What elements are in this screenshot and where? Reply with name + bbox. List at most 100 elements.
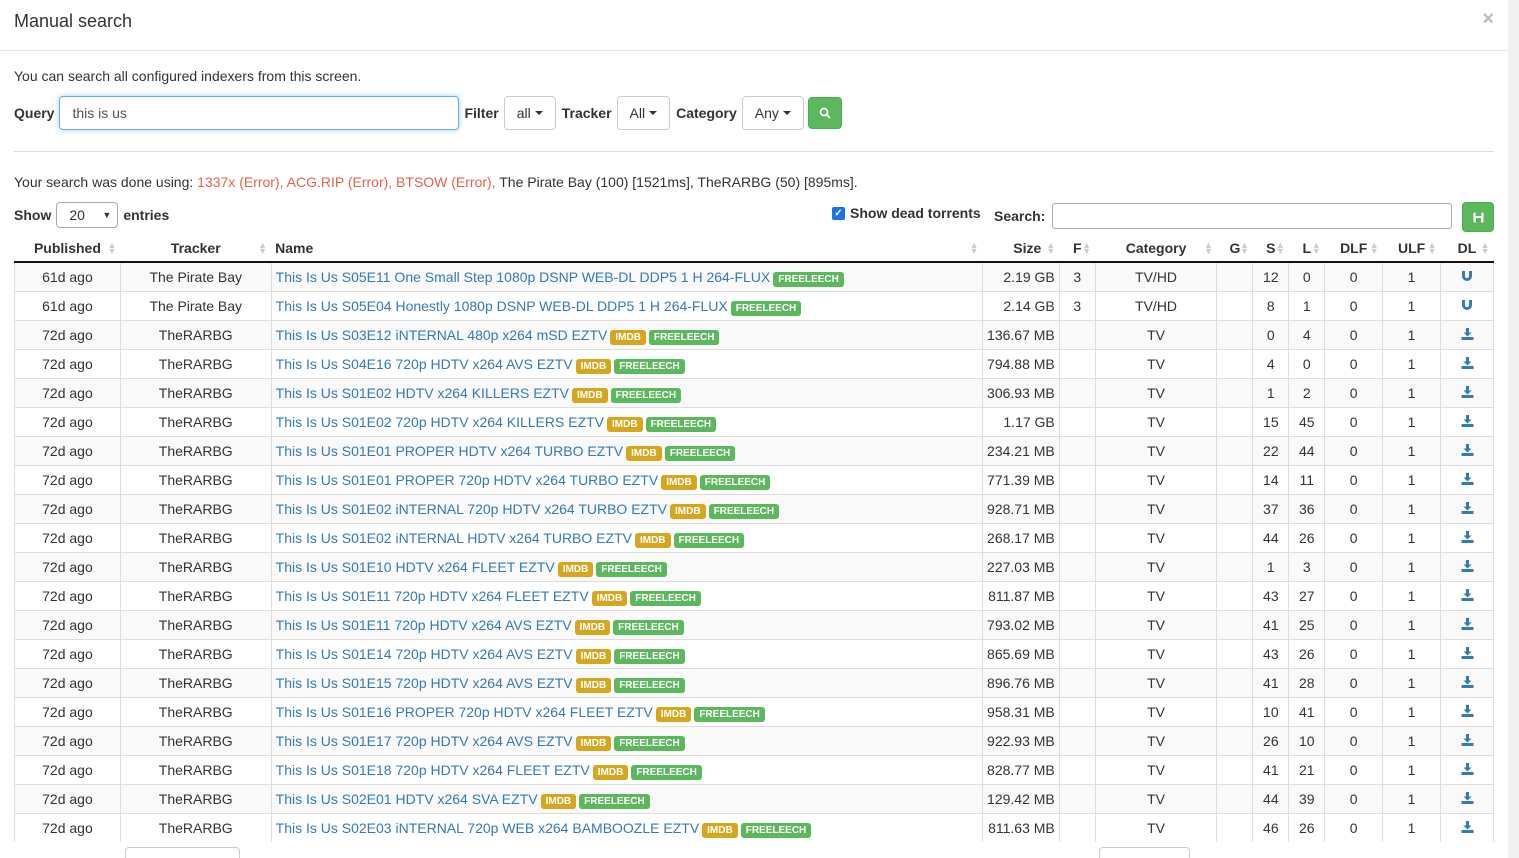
release-link[interactable]: This Is Us S02E01 HDTV x264 SVA EZTV [276,791,538,807]
release-link[interactable]: This Is Us S01E02 iNTERNAL HDTV x264 TUR… [276,530,632,546]
release-link[interactable]: This Is Us S01E17 720p HDTV x264 AVS EZT… [276,733,573,749]
release-link[interactable]: This Is Us S01E16 PROPER 720p HDTV x264 … [276,704,653,720]
release-link[interactable]: This Is Us S01E18 720p HDTV x264 FLEET E… [276,762,590,778]
imdb-badge[interactable]: IMDB [626,445,662,461]
imdb-badge[interactable]: IMDB [661,474,697,490]
column-header-s[interactable]: S ▲ ▼ [1252,235,1289,263]
page-scrollbar[interactable] [1508,0,1519,858]
release-link[interactable]: This Is Us S01E01 PROPER HDTV x264 TURBO… [276,443,624,459]
size-cell: 771.39 MB [982,464,1060,494]
download-icon[interactable] [1461,501,1474,517]
download-icon[interactable] [1461,327,1474,343]
imdb-badge[interactable]: IMDB [575,735,612,751]
imdb-badge[interactable]: IMDB [575,358,612,374]
table-row: 72d ago TheRARBG This Is Us S01E18 720p HD… [14,754,1494,784]
download-icon[interactable] [1461,617,1474,633]
close-button[interactable]: × [1482,8,1494,31]
footer-select-left[interactable] [125,847,240,858]
imdb-badge[interactable]: IMDB [702,822,738,838]
release-link[interactable]: This Is Us S01E02 iNTERNAL 720p HDTV x26… [276,501,667,517]
imdb-badge[interactable]: IMDB [557,561,594,577]
download-icon[interactable] [1461,762,1474,778]
download-icon[interactable] [1461,820,1474,836]
search-button[interactable] [807,97,842,129]
category-dropdown[interactable]: Any [741,96,804,130]
download-icon[interactable] [1461,443,1474,459]
published-cell: 72d ago [14,377,121,407]
grabs-cell [1216,290,1253,320]
column-header-f[interactable]: F ▲ ▼ [1059,235,1096,263]
imdb-badge[interactable]: IMDB [575,648,612,664]
download-icon[interactable] [1461,385,1474,401]
column-header-l[interactable]: L ▲ ▼ [1288,235,1325,263]
imdb-badge[interactable]: IMDB [634,532,671,548]
column-header-dl[interactable]: DL ▲ ▼ [1440,235,1494,263]
release-link[interactable]: This Is Us S03E12 iNTERNAL 480p x264 mSD… [276,327,608,343]
category-cell: TV/HD [1094,290,1217,320]
tracker-dropdown[interactable]: All [616,96,671,130]
show-dead-checkbox[interactable]: ✓ [832,206,845,220]
release-link[interactable]: This Is Us S01E02 720p HDTV x264 KILLERS… [276,414,604,430]
files-cell [1058,464,1096,494]
leechers-cell: 25 [1288,609,1325,639]
release-link[interactable]: This Is Us S05E04 Honestly 1080p DSNP WE… [276,298,728,314]
imdb-badge[interactable]: IMDB [591,590,628,606]
ulf-cell: 1 [1382,290,1441,320]
imdb-badge[interactable]: IMDB [540,793,577,809]
leechers-cell: 44 [1288,435,1325,465]
download-icon[interactable] [1461,791,1474,807]
name-cell: This Is Us S01E11 720p HDTV x264 FLEET E… [270,580,983,610]
download-icon[interactable] [1461,675,1474,691]
release-link[interactable]: This Is Us S01E01 PROPER 720p HDTV x264 … [276,472,659,488]
imdb-badge[interactable]: IMDB [607,416,643,432]
table-row: 72d ago TheRARBG This Is Us S01E16 PROPER … [14,696,1494,726]
imdb-badge[interactable]: IMDB [571,387,608,403]
sort-icon: ▲ ▼ [1046,240,1056,256]
release-link[interactable]: This Is Us S01E11 720p HDTV x264 AVS EZT… [276,617,572,633]
column-header-tracker[interactable]: Tracker ▲ ▼ [120,235,272,263]
imdb-badge[interactable]: IMDB [574,619,611,635]
filter-dropdown[interactable]: all [503,96,556,130]
imdb-badge[interactable]: IMDB [610,329,646,345]
download-icon[interactable] [1461,472,1474,488]
save-icon [1473,212,1483,222]
download-icon[interactable] [1461,733,1474,749]
download-icon[interactable] [1461,356,1474,372]
release-link[interactable]: This Is Us S01E15 720p HDTV x264 AVS EZT… [276,675,573,691]
download-icon[interactable] [1461,530,1474,546]
download-icon[interactable] [1461,588,1474,604]
download-icon[interactable] [1461,559,1474,575]
name-cell: This Is Us S05E04 Honestly 1080p DSNP WE… [270,290,983,320]
release-link[interactable]: This Is Us S01E10 HDTV x264 FLEET EZTV [276,559,555,575]
entries-select[interactable]: 20 ▼ [56,202,119,228]
release-link[interactable]: This Is Us S04E16 720p HDTV x264 AVS EZT… [276,356,573,372]
save-button[interactable] [1462,202,1494,232]
column-header-ulf[interactable]: ULF ▲ ▼ [1382,235,1441,263]
files-cell: 3 [1058,290,1096,320]
column-header-published[interactable]: Published ▲ ▼ [14,235,121,263]
category-label: Category [676,105,737,121]
table-search-input[interactable] [1052,203,1452,229]
column-header-g[interactable]: G ▲ ▼ [1216,235,1253,263]
column-header-dlf[interactable]: DLF ▲ ▼ [1324,235,1383,263]
imdb-badge[interactable]: IMDB [592,764,629,780]
release-link[interactable]: This Is Us S01E02 HDTV x264 KILLERS EZTV [276,385,569,401]
release-link[interactable]: This Is Us S05E11 One Small Step 1080p D… [276,269,771,285]
download-icon[interactable] [1461,646,1474,662]
imdb-badge[interactable]: IMDB [575,677,612,693]
query-input[interactable] [59,96,460,130]
imdb-badge[interactable]: IMDB [670,503,706,519]
download-icon[interactable] [1461,704,1474,720]
column-header-size[interactable]: Size ▲ ▼ [982,235,1060,263]
magnet-icon[interactable] [1461,298,1473,314]
column-header-label: ULF [1397,240,1426,256]
download-icon[interactable] [1461,414,1474,430]
imdb-badge[interactable]: IMDB [655,706,692,722]
footer-select-right[interactable] [1099,847,1190,858]
column-header-category[interactable]: Category ▲ ▼ [1095,235,1217,263]
release-link[interactable]: This Is Us S01E14 720p HDTV x264 AVS EZT… [276,646,573,662]
release-link[interactable]: This Is Us S01E11 720p HDTV x264 FLEET E… [276,588,589,604]
column-header-name[interactable]: Name ▲ ▼ [271,235,983,263]
magnet-icon[interactable] [1461,269,1473,285]
release-link[interactable]: This Is Us S02E03 iNTERNAL 720p WEB x264… [276,820,700,836]
